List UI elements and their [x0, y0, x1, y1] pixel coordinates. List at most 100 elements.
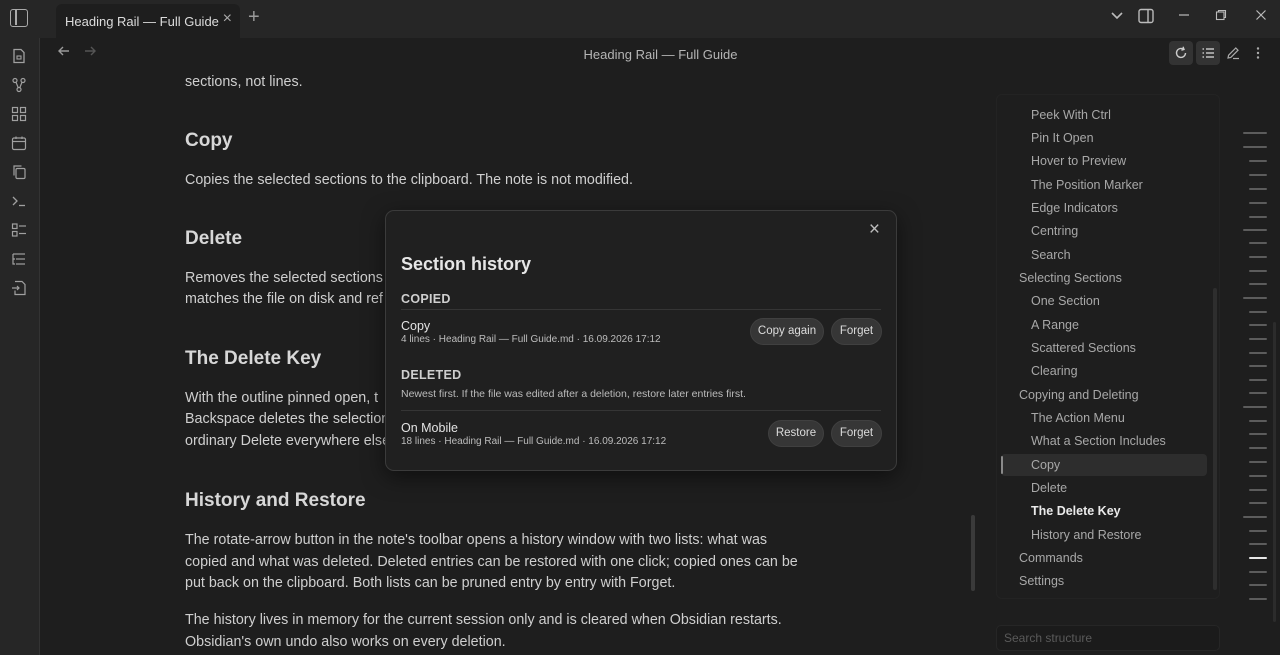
- view-header: Heading Rail — Full Guide: [41, 38, 1280, 72]
- outline-item[interactable]: Search: [1031, 248, 1071, 262]
- new-tab-icon[interactable]: +: [248, 6, 260, 29]
- restore-button[interactable]: Restore: [768, 420, 824, 447]
- rail-tick[interactable]: [1249, 256, 1267, 258]
- copy-again-button[interactable]: Copy again: [750, 318, 824, 345]
- close-window-icon[interactable]: [1255, 8, 1267, 24]
- rail-tick[interactable]: [1243, 229, 1267, 231]
- rail-scrollbar[interactable]: [1273, 322, 1276, 622]
- outline-item[interactable]: Copying and Deleting: [1019, 388, 1139, 402]
- outline-item[interactable]: Selecting Sections: [1019, 271, 1122, 285]
- outline-item[interactable]: Scattered Sections: [1031, 341, 1136, 355]
- rail-tick[interactable]: [1249, 530, 1267, 532]
- copied-entry-meta: 4 lines · Heading Rail — Full Guide.md ·…: [401, 334, 661, 345]
- rail-tick[interactable]: [1243, 146, 1267, 148]
- rail-tick[interactable]: [1249, 324, 1267, 326]
- divider: [401, 309, 881, 310]
- rail-tick[interactable]: [1249, 365, 1267, 367]
- rail-tick[interactable]: [1249, 216, 1267, 218]
- history-rotate-icon[interactable]: [1169, 41, 1193, 65]
- outline-item[interactable]: Centring: [1031, 224, 1078, 238]
- paragraph: sections, not lines.: [185, 74, 303, 90]
- forget-copied-button[interactable]: Forget: [831, 318, 882, 345]
- file-icon[interactable]: [11, 48, 27, 64]
- editor-scrollbar[interactable]: [971, 515, 975, 591]
- rail-tick[interactable]: [1249, 502, 1267, 504]
- rail-tick[interactable]: [1243, 406, 1267, 408]
- rail-tick[interactable]: [1249, 311, 1267, 313]
- calendar-icon[interactable]: [11, 135, 27, 151]
- rail-tick[interactable]: [1249, 352, 1267, 354]
- outline-item[interactable]: Edge Indicators: [1031, 201, 1118, 215]
- outline-item[interactable]: The Position Marker: [1031, 178, 1143, 192]
- outline-item[interactable]: Clearing: [1031, 364, 1078, 378]
- outline-item[interactable]: The Action Menu: [1031, 411, 1125, 425]
- divider: [401, 410, 881, 411]
- copy-icon[interactable]: [11, 164, 27, 180]
- rail-tick[interactable]: [1249, 379, 1267, 381]
- graph-icon[interactable]: [11, 77, 27, 93]
- rail-tick[interactable]: [1243, 516, 1267, 518]
- search-structure-input[interactable]: Search structure: [996, 625, 1220, 651]
- rail-tick[interactable]: [1249, 160, 1267, 162]
- more-vertical-icon[interactable]: [1246, 41, 1270, 65]
- rail-tick[interactable]: [1249, 392, 1267, 394]
- rail-tick[interactable]: [1249, 283, 1267, 285]
- outline-list-icon[interactable]: [1196, 41, 1220, 65]
- rail-tick[interactable]: [1249, 447, 1267, 449]
- tab-heading-rail[interactable]: Heading Rail — Full Guide ×: [56, 4, 240, 38]
- outline-item[interactable]: One Section: [1031, 294, 1100, 308]
- outline-item[interactable]: A Range: [1031, 318, 1079, 332]
- tab-close-icon[interactable]: ×: [223, 10, 232, 28]
- forget-deleted-button[interactable]: Forget: [831, 420, 882, 447]
- maximize-icon[interactable]: [1215, 8, 1227, 24]
- rail-tick-active[interactable]: [1249, 557, 1267, 559]
- outline-item-current[interactable]: The Delete Key: [1031, 504, 1121, 518]
- tab-list-chevron-icon[interactable]: [1110, 8, 1124, 25]
- modal-title: Section history: [401, 254, 532, 274]
- paragraph: put back on the clipboard. Both lists ca…: [185, 575, 676, 591]
- grid-icon[interactable]: [11, 106, 27, 122]
- outline-item[interactable]: Peek With Ctrl: [1031, 108, 1111, 122]
- right-sidebar-toggle-icon[interactable]: [1138, 8, 1154, 27]
- list-tree-icon[interactable]: [11, 251, 27, 267]
- rail-tick[interactable]: [1243, 297, 1267, 299]
- outline-item[interactable]: Hover to Preview: [1031, 154, 1126, 168]
- rail-tick[interactable]: [1249, 338, 1267, 340]
- rail-tick[interactable]: [1249, 461, 1267, 463]
- paragraph: The history lives in memory for the curr…: [185, 612, 782, 628]
- outline-item-selected[interactable]: Copy: [1031, 458, 1060, 472]
- rail-tick[interactable]: [1249, 242, 1267, 244]
- outline-item[interactable]: Pin It Open: [1031, 131, 1094, 145]
- rail-tick[interactable]: [1249, 475, 1267, 477]
- paragraph: The rotate-arrow button in the note's to…: [185, 532, 768, 548]
- outline-item[interactable]: Settings: [1019, 574, 1064, 588]
- outline-item[interactable]: What a Section Includes: [1031, 434, 1166, 448]
- rail-tick[interactable]: [1249, 202, 1267, 204]
- sidebar-toggle-icon[interactable]: [10, 9, 28, 27]
- tab-title: Heading Rail — Full Guide: [65, 14, 219, 29]
- outline-scrollbar[interactable]: [1213, 288, 1217, 590]
- outline-item[interactable]: Delete: [1031, 481, 1067, 495]
- checklist-icon[interactable]: [11, 222, 27, 238]
- file-import-icon[interactable]: [11, 280, 27, 296]
- rail-tick[interactable]: [1249, 270, 1267, 272]
- terminal-icon[interactable]: [11, 193, 27, 209]
- outline-item[interactable]: Commands: [1019, 551, 1083, 565]
- rail-tick[interactable]: [1249, 433, 1267, 435]
- minimize-icon[interactable]: [1178, 8, 1190, 24]
- rail-tick[interactable]: [1249, 598, 1267, 600]
- copied-section-heading: COPIED: [401, 292, 451, 306]
- edit-pencil-icon[interactable]: [1221, 41, 1245, 65]
- deleted-note: Newest first. If the file was edited aft…: [401, 388, 746, 400]
- outline-item[interactable]: History and Restore: [1031, 528, 1141, 542]
- rail-tick[interactable]: [1249, 571, 1267, 573]
- rail-tick[interactable]: [1249, 174, 1267, 176]
- rail-tick[interactable]: [1249, 489, 1267, 491]
- rail-tick[interactable]: [1243, 132, 1267, 134]
- rail-tick[interactable]: [1249, 584, 1267, 586]
- rail-tick[interactable]: [1249, 420, 1267, 422]
- close-icon[interactable]: ×: [869, 219, 880, 241]
- deleted-entry-name: On Mobile: [401, 421, 458, 435]
- rail-tick[interactable]: [1249, 188, 1267, 190]
- rail-tick[interactable]: [1249, 543, 1267, 545]
